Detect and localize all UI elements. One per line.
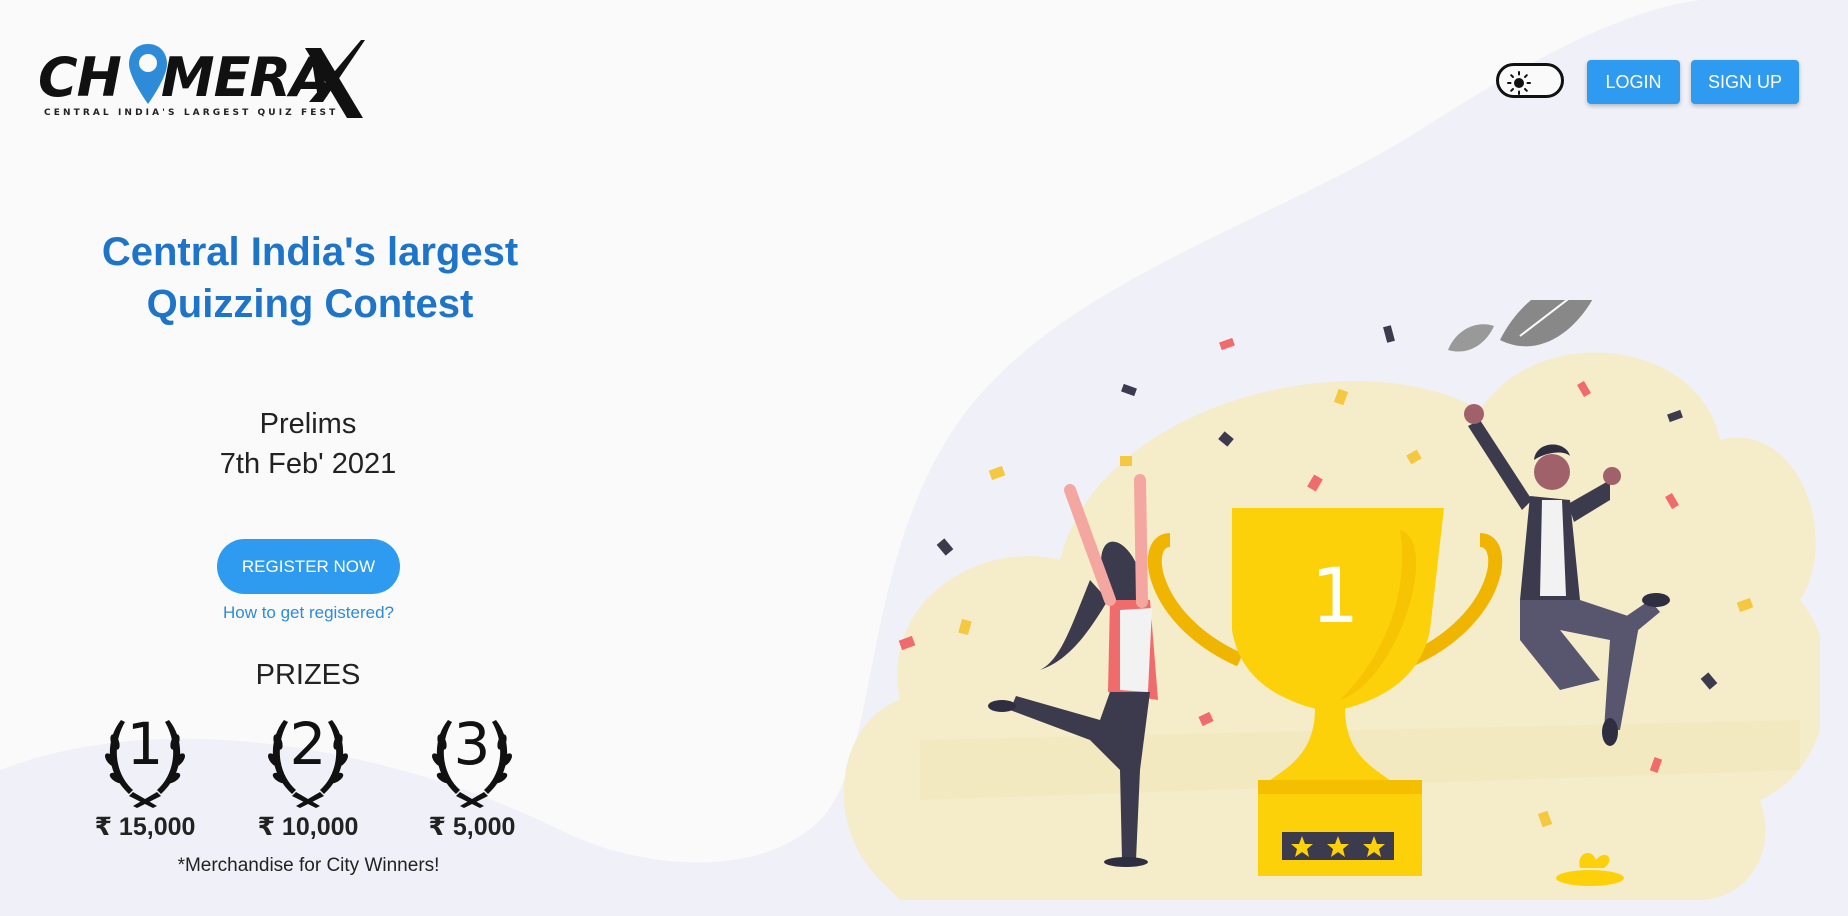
- chimerax-logo[interactable]: CH MERA CENTRAL INDIA'S LARGEST QUIZ FEST: [38, 40, 365, 120]
- logo-tagline: CENTRAL INDIA'S LARGEST QUIZ FEST: [44, 108, 339, 118]
- sun-icon: [1507, 71, 1531, 95]
- prize-amount: ₹ 5,000: [428, 813, 516, 841]
- page-headline: Central India's largest Quizzing Contest: [70, 226, 550, 330]
- event-info: Prelims 7th Feb' 2021: [158, 404, 458, 484]
- event-date: 7th Feb' 2021: [219, 448, 397, 480]
- merchandise-note: *Merchandise for City Winners!: [177, 855, 440, 876]
- prize-third: 3 ₹ 5,000: [392, 712, 552, 842]
- headline-line-1: Central India's largest: [101, 230, 519, 274]
- prize-rank: 2: [289, 710, 327, 778]
- trophy-rank-number: 1: [1310, 551, 1360, 640]
- prizes-heading: PRIZES: [255, 659, 361, 691]
- prize-rank: 3: [453, 710, 491, 778]
- map-pin-icon: [129, 44, 167, 104]
- prize-amount: ₹ 10,000: [257, 813, 359, 841]
- how-to-register-link[interactable]: How to get registered?: [160, 603, 457, 623]
- event-name: Prelims: [259, 408, 357, 440]
- signup-button[interactable]: SIGN UP: [1691, 60, 1799, 104]
- login-button[interactable]: LOGIN: [1587, 60, 1680, 104]
- prize-second: 2 ₹ 10,000: [228, 712, 388, 842]
- prize-rank: 1: [126, 710, 164, 778]
- logo-wordmark: CH MERA: [38, 46, 332, 109]
- leaves: [1448, 300, 1593, 352]
- headline-line-2: Quizzing Contest: [146, 282, 474, 326]
- prize-amount: ₹ 15,000: [94, 813, 196, 841]
- prize-first: 1 ₹ 15,000: [65, 712, 225, 842]
- theme-toggle[interactable]: [1496, 63, 1564, 98]
- register-now-button[interactable]: REGISTER NOW: [217, 539, 400, 594]
